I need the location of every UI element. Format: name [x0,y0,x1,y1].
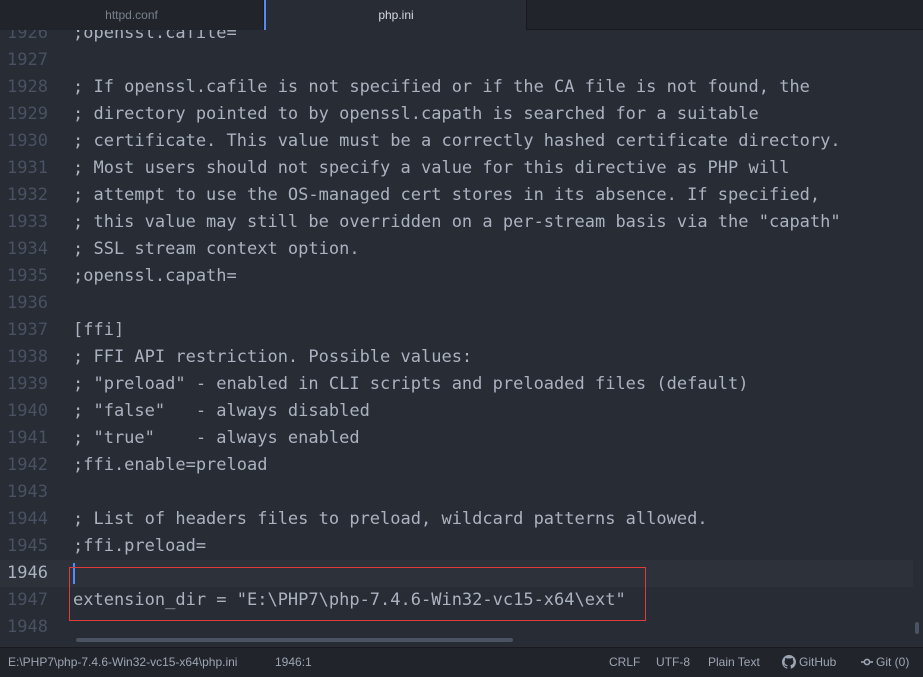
line-text: ;openssl.capath= [73,266,237,286]
line-number: 1930 [7,131,48,151]
tab-httpd-conf[interactable]: httpd.conf [0,0,264,30]
editor-line[interactable]: 1948 [0,614,913,641]
line-text: ; this value may still be overridden on … [73,212,841,232]
line-text: ; "false" - always disabled [73,401,370,421]
line-number: 1943 [7,482,48,502]
editor-line[interactable]: 1930 ; certificate. This value must be a … [0,128,913,155]
line-number: 1935 [7,266,48,286]
editor-line[interactable]: 1937 [ffi] [0,317,913,344]
editor-line[interactable]: 1945 ;ffi.preload= [0,533,913,560]
tab-bar: httpd.conf php.ini [0,0,923,31]
github-icon [782,655,796,669]
editor-line[interactable]: 1926 ;openssl.cafile= [0,30,913,47]
git-button[interactable]: Git (0) [861,648,909,677]
tab-php-ini[interactable]: php.ini [264,0,527,31]
horizontal-scrollbar-thumb[interactable] [76,638,513,642]
editor-line[interactable]: 1934 ; SSL stream context option. [0,236,913,263]
line-number: 1936 [7,293,48,313]
editor-line[interactable]: 1941 ; "true" - always enabled [0,425,913,452]
cursor-position[interactable]: 1946:1 [275,648,312,677]
editor-line[interactable]: 1940 ; "false" - always disabled [0,398,913,425]
encoding-selector[interactable]: UTF-8 [656,648,690,677]
line-text: ; SSL stream context option. [73,239,360,259]
github-label: GitHub [799,655,837,669]
line-number: 1938 [7,347,48,367]
line-number: 1948 [7,617,48,637]
line-number: 1941 [7,428,48,448]
editor-line[interactable]: 1939 ; "preload" - enabled in CLI scripts… [0,371,913,398]
line-number: 1947 [7,590,48,610]
line-number: 1931 [7,158,48,178]
editor-line[interactable]: 1932 ; attempt to use the OS-managed cert… [0,182,913,209]
text-editor[interactable]: 1926 ;openssl.cafile= 1927 1928 ; If openssl… [0,30,923,647]
line-text: ;openssl.cafile= [73,30,237,43]
line-text: ;ffi.preload= [73,536,207,556]
text-cursor [73,563,75,584]
line-text: ; directory pointed to by openssl.capath… [73,104,759,124]
grammar-selector[interactable]: Plain Text [708,648,760,677]
line-ending-selector[interactable]: CRLF [609,648,640,677]
editor-line[interactable]: 1929 ; directory pointed to by openssl.ca… [0,101,913,128]
line-number: 1940 [7,401,48,421]
line-number: 1932 [7,185,48,205]
line-text: ; certificate. This value must be a corr… [73,131,841,151]
line-number: 1927 [7,50,48,70]
line-number: 1942 [7,455,48,475]
git-label: Git (0) [876,655,910,669]
vertical-scrollbar-thumb[interactable] [915,622,919,634]
status-bar: E:\PHP7\php-7.4.6-Win32-vc15-x64\php.ini… [0,647,923,677]
line-number: 1929 [7,104,48,124]
line-text: ; FFI API restriction. Possible values: [73,347,473,367]
line-text: ; If openssl.cafile is not specified or … [73,77,810,97]
editor-line[interactable]: 1935 ;openssl.capath= [0,263,913,290]
line-number: 1928 [7,77,48,97]
editor-line[interactable]: 1946 [0,560,913,587]
editor-line[interactable]: 1942 ;ffi.enable=preload [0,452,913,479]
line-number: 1937 [7,320,48,340]
line-text: extension_dir = "E:\PHP7\php-7.4.6-Win32… [73,590,626,610]
editor-line[interactable]: 1927 [0,47,913,74]
vertical-scrollbar[interactable] [913,30,923,647]
line-number: 1946 [7,563,48,583]
line-number: 1944 [7,509,48,529]
file-path[interactable]: E:\PHP7\php-7.4.6-Win32-vc15-x64\php.ini [8,648,237,677]
git-branch-icon [861,658,873,666]
line-text: [ffi] [73,320,125,340]
line-number: 1934 [7,239,48,259]
editor-line[interactable]: 1928 ; If openssl.cafile is not specified… [0,74,913,101]
line-text: ; List of headers files to preload, wild… [73,509,708,529]
line-number: 1945 [7,536,48,556]
editor-line[interactable]: 1936 [0,290,913,317]
line-text: ; "true" - always enabled [73,428,360,448]
editor-line[interactable]: 1944 ; List of headers files to preload, … [0,506,913,533]
editor-line[interactable]: 1933 ; this value may still be overridden… [0,209,913,236]
editor-line[interactable]: 1943 [0,479,913,506]
line-text: ; Most users should not specify a value … [73,158,790,178]
line-number: 1926 [7,30,48,43]
editor-line[interactable]: 1947 extension_dir = "E:\PHP7\php-7.4.6-W… [0,587,913,614]
line-text: ;ffi.enable=preload [73,455,268,475]
line-text: ; "preload" - enabled in CLI scripts and… [73,374,749,394]
line-number: 1939 [7,374,48,394]
line-text: ; attempt to use the OS-managed cert sto… [73,185,821,205]
line-number: 1933 [7,212,48,232]
github-button[interactable]: GitHub [782,648,836,677]
editor-lines: 1926 ;openssl.cafile= 1927 1928 ; If openssl… [0,30,913,641]
editor-line[interactable]: 1938 ; FFI API restriction. Possible valu… [0,344,913,371]
editor-line[interactable]: 1931 ; Most users should not specify a va… [0,155,913,182]
